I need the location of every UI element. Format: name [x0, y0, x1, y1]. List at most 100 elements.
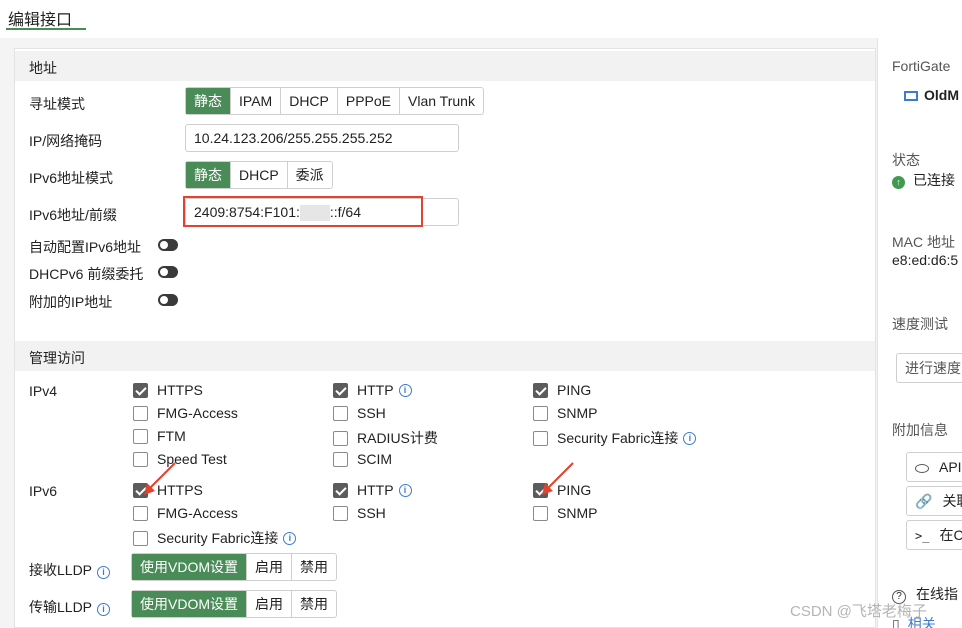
ipv6-http-checkbox[interactable]: HTTP i	[333, 482, 412, 498]
status-label: 状态	[892, 152, 920, 168]
ipv4-ping-checkbox[interactable]: PING	[533, 382, 591, 398]
watermark: CSDN @飞塔老梅子	[790, 603, 927, 620]
ipv4-http-checkbox[interactable]: HTTP i	[333, 382, 412, 398]
address-section-header: 地址	[15, 51, 875, 81]
api-button[interactable]: API	[906, 452, 962, 482]
recv-lldp-vdom-option[interactable]: 使用VDOM设置	[132, 554, 246, 580]
ipv6-dhcp-option[interactable]: DHCP	[230, 162, 287, 188]
checkbox-checked[interactable]	[333, 382, 348, 398]
edit-interface-form: 地址 寻址模式 静态 IPAM DHCP PPPoE Vlan Trunk IP…	[14, 48, 876, 628]
ipv6-http-label: HTTP	[357, 482, 394, 498]
related-button-label: 关联	[942, 493, 962, 509]
extra-info-label: 附加信息	[892, 422, 948, 438]
extra-ip-label: 附加的IP地址	[29, 294, 113, 310]
recv-lldp-enable-option[interactable]: 启用	[246, 554, 291, 580]
ipv4-scim-checkbox[interactable]: SCIM	[333, 451, 392, 467]
mode-static-option[interactable]: 静态	[186, 88, 230, 114]
auto-ipv6-label: 自动配置IPv6地址	[29, 239, 142, 255]
recv-lldp-label: 接收LLDP i	[29, 560, 111, 580]
terminal-icon: >_	[915, 529, 930, 543]
checkbox-checked[interactable]	[133, 382, 148, 398]
related-button[interactable]: 🔗 关联	[906, 486, 962, 516]
status-text: 已连接	[913, 172, 955, 188]
info-icon[interactable]: i	[97, 566, 111, 579]
ipv4-ssh-checkbox[interactable]: SSH	[333, 405, 386, 421]
info-sidebar: FortiGate OldM 状态 ↑ 已连接 MAC 地址 e8:ed:d6:5…	[877, 38, 962, 628]
ipv6-snmp-label: SNMP	[557, 505, 598, 521]
ipv4-https-checkbox[interactable]: HTTPS	[133, 382, 203, 398]
info-icon[interactable]: i	[398, 483, 412, 497]
speed-test-button[interactable]: 进行速度	[896, 353, 962, 383]
annotation-arrow	[542, 462, 574, 495]
checkbox-unchecked[interactable]	[133, 405, 148, 421]
admin-access-section-header: 管理访问	[15, 341, 875, 371]
checkbox-unchecked[interactable]	[333, 405, 348, 421]
ipv4-scim-label: SCIM	[357, 451, 392, 467]
send-lldp-disable-option[interactable]: 禁用	[291, 591, 336, 617]
title-underline	[6, 28, 86, 30]
device-icon	[904, 91, 918, 102]
info-icon[interactable]: i	[283, 531, 297, 545]
send-lldp-enable-option[interactable]: 启用	[246, 591, 291, 617]
mode-ipam-option[interactable]: IPAM	[230, 88, 280, 114]
checkbox-unchecked[interactable]	[333, 430, 348, 446]
dhcpv6-toggle[interactable]	[158, 266, 178, 278]
ipv4-ftm-checkbox[interactable]: FTM	[133, 428, 186, 444]
ipv4-ssh-label: SSH	[357, 405, 386, 421]
ipv6-fmg-checkbox[interactable]: FMG-Access	[133, 505, 238, 521]
info-icon[interactable]: i	[683, 431, 697, 445]
checkbox-unchecked[interactable]	[533, 430, 548, 446]
cli-button[interactable]: >_ 在C	[906, 520, 962, 550]
annotation-arrow	[144, 462, 176, 495]
recv-lldp-disable-option[interactable]: 禁用	[291, 554, 336, 580]
info-icon[interactable]: i	[398, 383, 412, 397]
ipv6-delegate-option[interactable]: 委派	[286, 162, 332, 188]
ip-mask-input[interactable]: 10.24.123.206/255.255.255.252	[185, 124, 459, 152]
checkbox-unchecked[interactable]	[133, 505, 148, 521]
extra-ip-toggle[interactable]	[158, 294, 178, 306]
checkbox-unchecked[interactable]	[133, 428, 148, 444]
checkbox-unchecked[interactable]	[533, 505, 548, 521]
send-lldp-vdom-option[interactable]: 使用VDOM设置	[132, 591, 246, 617]
checkbox-checked[interactable]	[533, 382, 548, 398]
highlight-box	[183, 196, 423, 227]
mac-label: MAC 地址	[892, 234, 955, 250]
send-lldp-label: 传输LLDP i	[29, 597, 111, 617]
ipv6-ssh-checkbox[interactable]: SSH	[333, 505, 386, 521]
ip-mask-label: IP/网络掩码	[29, 133, 103, 149]
checkbox-checked[interactable]	[333, 482, 348, 498]
ipv6-fabric-checkbox[interactable]: Security Fabric连接 i	[133, 528, 297, 548]
checkbox-unchecked[interactable]	[533, 405, 548, 421]
ipv6-fmg-label: FMG-Access	[157, 505, 238, 521]
ipv6-snmp-checkbox[interactable]: SNMP	[533, 505, 597, 521]
send-lldp-text: 传输LLDP	[29, 599, 93, 615]
recv-lldp-selector: 使用VDOM设置 启用 禁用	[131, 553, 337, 581]
checkbox-unchecked[interactable]	[333, 451, 348, 467]
ipv6-fabric-label: Security Fabric连接	[157, 530, 279, 546]
checkbox-unchecked[interactable]	[333, 505, 348, 521]
checkbox-unchecked[interactable]	[133, 530, 148, 546]
page-header: 编辑接口	[0, 0, 962, 38]
addressing-mode-selector: 静态 IPAM DHCP PPPoE Vlan Trunk	[185, 87, 484, 115]
send-lldp-selector: 使用VDOM设置 启用 禁用	[131, 590, 337, 618]
ipv6-mode-label: IPv6地址模式	[29, 170, 114, 186]
ipv4-fabric-checkbox[interactable]: Security Fabric连接 i	[533, 428, 697, 448]
ipv4-fmg-checkbox[interactable]: FMG-Access	[133, 405, 238, 421]
mode-vlan-trunk-option[interactable]: Vlan Trunk	[399, 88, 483, 114]
dhcpv6-label: DHCPv6 前缀委托	[29, 266, 144, 282]
ipv4-http-label: HTTP	[357, 382, 394, 398]
ipv6-mode-selector: 静态 DHCP 委派	[185, 161, 333, 189]
status-up-icon: ↑	[892, 176, 905, 189]
device-name-text: OldM	[924, 87, 959, 103]
mode-pppoe-option[interactable]: PPPoE	[336, 88, 399, 114]
mode-dhcp-option[interactable]: DHCP	[280, 88, 337, 114]
product-label: FortiGate	[892, 58, 951, 74]
ipv4-radius-checkbox[interactable]: RADIUS计费	[333, 428, 438, 448]
ipv6-static-option[interactable]: 静态	[186, 162, 230, 188]
ipv4-ftm-label: FTM	[157, 428, 186, 444]
speed-test-label: 速度测试	[892, 316, 948, 332]
auto-ipv6-toggle[interactable]	[158, 239, 178, 251]
ipv4-snmp-checkbox[interactable]: SNMP	[533, 405, 597, 421]
link-icon: 🔗	[915, 493, 933, 509]
info-icon[interactable]: i	[97, 603, 111, 616]
